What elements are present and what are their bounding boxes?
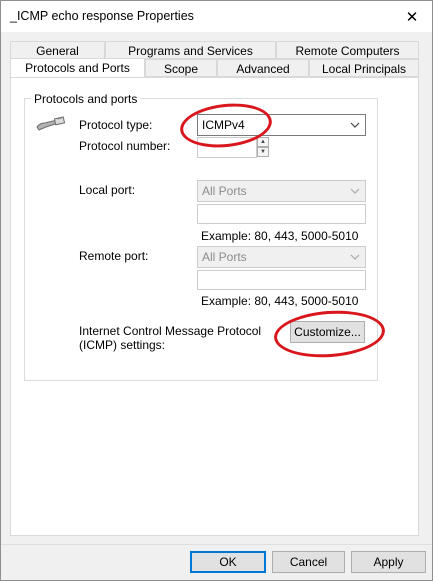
close-button[interactable]: ✕ <box>392 1 432 32</box>
tab-local-principals[interactable]: Local Principals <box>309 59 419 77</box>
icmp-settings-label-line1: Internet Control Message Protocol <box>79 324 262 338</box>
chevron-down-icon <box>350 115 360 143</box>
tab-advanced[interactable]: Advanced <box>217 59 309 77</box>
remote-port-example: Example: 80, 443, 5000-5010 <box>201 294 359 308</box>
local-port-label: Local port: <box>79 183 136 197</box>
cancel-button[interactable]: Cancel <box>272 551 345 573</box>
protocol-number-label: Protocol number: <box>79 139 171 153</box>
spin-down-button[interactable]: ▼ <box>257 147 269 157</box>
ok-button[interactable]: OK <box>190 551 266 573</box>
local-port-input[interactable] <box>197 204 366 224</box>
title-bar: _ICMP echo response Properties ✕ <box>1 1 432 32</box>
tab-scope[interactable]: Scope <box>145 59 217 77</box>
local-port-value: All Ports <box>202 184 247 198</box>
close-icon: ✕ <box>405 8 419 26</box>
remote-port-dropdown[interactable]: All Ports <box>197 246 366 268</box>
tab-programs-and-services[interactable]: Programs and Services <box>105 41 276 59</box>
tab-remote-computers[interactable]: Remote Computers <box>276 41 419 59</box>
protocol-type-label: Protocol type: <box>79 118 153 132</box>
apply-button[interactable]: Apply <box>351 551 426 573</box>
icmp-settings-label-line2: (ICMP) settings: <box>79 338 166 352</box>
local-port-dropdown[interactable]: All Ports <box>197 180 366 202</box>
remote-port-label: Remote port: <box>79 249 149 263</box>
remote-port-input[interactable] <box>197 270 366 290</box>
properties-window: _ICMP echo response Properties ✕ General… <box>0 0 433 581</box>
tab-general[interactable]: General <box>10 41 105 59</box>
tab-protocols-and-ports[interactable]: Protocols and Ports <box>10 58 145 78</box>
group-title: Protocols and ports <box>31 92 141 106</box>
network-cable-icon <box>35 114 67 137</box>
local-port-example: Example: 80, 443, 5000-5010 <box>201 229 359 243</box>
spin-up-button[interactable]: ▲ <box>257 137 269 147</box>
footer-divider <box>1 544 432 545</box>
remote-port-value: All Ports <box>202 250 247 264</box>
window-title: _ICMP echo response Properties <box>10 9 194 23</box>
